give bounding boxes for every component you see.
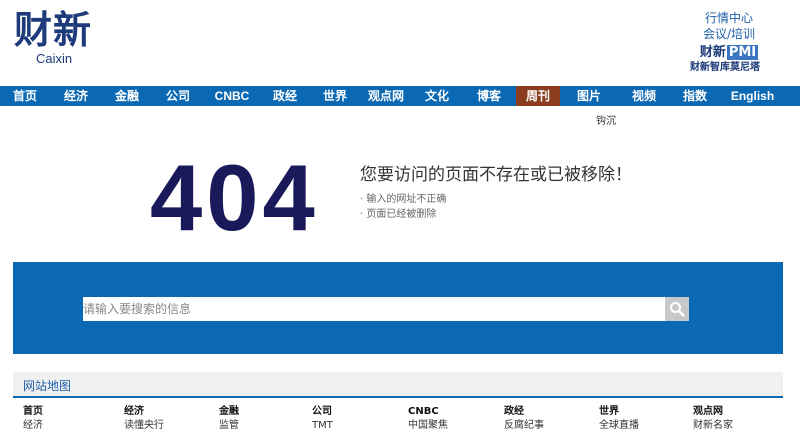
nav-item[interactable]: 金融 xyxy=(102,86,152,106)
sitemap-column: 公司 TMT xyxy=(312,405,333,433)
pmi-badge: PMI xyxy=(726,45,759,60)
nav-item[interactable]: 观点网 xyxy=(360,86,412,106)
nav-item[interactable]: 周刊 xyxy=(516,86,560,106)
nav-item[interactable]: 公司 xyxy=(152,86,204,106)
nav-item[interactable]: 指数 xyxy=(670,86,720,106)
pmi-subtitle: 财新智库莫尼塔 xyxy=(690,62,760,73)
nav-item[interactable]: 政经 xyxy=(260,86,310,106)
market-center-link[interactable]: 行情中心 xyxy=(684,10,774,26)
sitemap-link[interactable]: 监管 xyxy=(219,419,239,433)
sitemap-column-head[interactable]: 公司 xyxy=(312,405,333,419)
sitemap-column: 首页 经济 xyxy=(23,405,43,433)
sitemap-column: 经济 读懂央行 xyxy=(124,405,164,433)
search-input[interactable] xyxy=(83,297,665,321)
nav-item[interactable]: 文化 xyxy=(412,86,462,106)
sitemap-link[interactable]: TMT xyxy=(312,419,333,433)
logo-chinese: 财新 xyxy=(14,7,93,52)
nav-item[interactable]: CNBC xyxy=(204,86,260,106)
search-icon xyxy=(670,302,685,317)
conference-training-link[interactable]: 会议/培训 xyxy=(684,26,774,42)
sitemap-link[interactable]: 读懂央行 xyxy=(124,419,164,433)
nav-item[interactable]: 视频 xyxy=(618,86,670,106)
nav-item[interactable]: English xyxy=(720,86,785,106)
logo-english: Caixin xyxy=(36,51,73,66)
sitemap-column: 世界 全球直播 xyxy=(599,405,639,433)
nav-item[interactable]: 博客 xyxy=(462,86,516,106)
sitemap-column-head[interactable]: 金融 xyxy=(219,405,239,419)
pmi-brand: 财新 xyxy=(699,45,726,60)
sitemap-column-head[interactable]: 首页 xyxy=(23,405,43,419)
subnav-item-gouchen[interactable]: 钩沉 xyxy=(596,112,616,127)
sitemap-header: 网站地图 xyxy=(13,372,783,398)
error-reason: 输入的网址不正确 xyxy=(360,192,446,207)
sitemap-link[interactable]: 全球直播 xyxy=(599,419,639,433)
search-band xyxy=(13,262,783,354)
sitemap-link[interactable]: 财新名家 xyxy=(693,419,733,433)
error-code: 404 xyxy=(150,145,319,250)
sitemap-column-head[interactable]: 政经 xyxy=(504,405,544,419)
nav-item[interactable]: 首页 xyxy=(0,86,50,106)
error-reasons: 输入的网址不正确 页面已经被删除 xyxy=(360,192,446,222)
sitemap-link[interactable]: 经济 xyxy=(23,419,43,433)
search-button[interactable] xyxy=(665,297,689,321)
sitemap-column-head[interactable]: 世界 xyxy=(599,405,639,419)
sitemap-column-head[interactable]: 观点网 xyxy=(693,405,733,419)
sitemap-link[interactable]: 反腐纪事 xyxy=(504,419,544,433)
error-reason: 页面已经被删除 xyxy=(360,207,446,222)
pmi-logo[interactable]: 财新 PMI xyxy=(684,44,774,61)
search-box xyxy=(83,297,689,321)
sitemap-column-head[interactable]: CNBC xyxy=(408,405,448,419)
sitemap-column-head[interactable]: 经济 xyxy=(124,405,164,419)
sitemap-column: 政经 反腐纪事 xyxy=(504,405,544,433)
sitemap-title: 网站地图 xyxy=(23,379,72,393)
sitemap-link[interactable]: 中国聚焦 xyxy=(408,419,448,433)
caixin-logo[interactable]: 财新 Caixin xyxy=(14,8,114,66)
sitemap-column: 金融 监管 xyxy=(219,405,239,433)
nav-item[interactable]: 世界 xyxy=(310,86,360,106)
sitemap-column: CNBC 中国聚焦 xyxy=(408,405,448,433)
top-right-links: 行情中心 会议/培训 财新 PMI 财新智库莫尼塔 xyxy=(684,10,774,75)
main-nav: 首页 经济 金融 公司 CNBC 政经 世界 观点网 文化 博客 周刊 图片 视频 指数 English xyxy=(0,86,800,106)
nav-item[interactable]: 经济 xyxy=(50,86,102,106)
nav-item[interactable]: 图片 xyxy=(560,86,618,106)
error-title: 您要访问的页面不存在或已被移除！ xyxy=(360,165,632,185)
sitemap-column: 观点网 财新名家 xyxy=(693,405,733,433)
